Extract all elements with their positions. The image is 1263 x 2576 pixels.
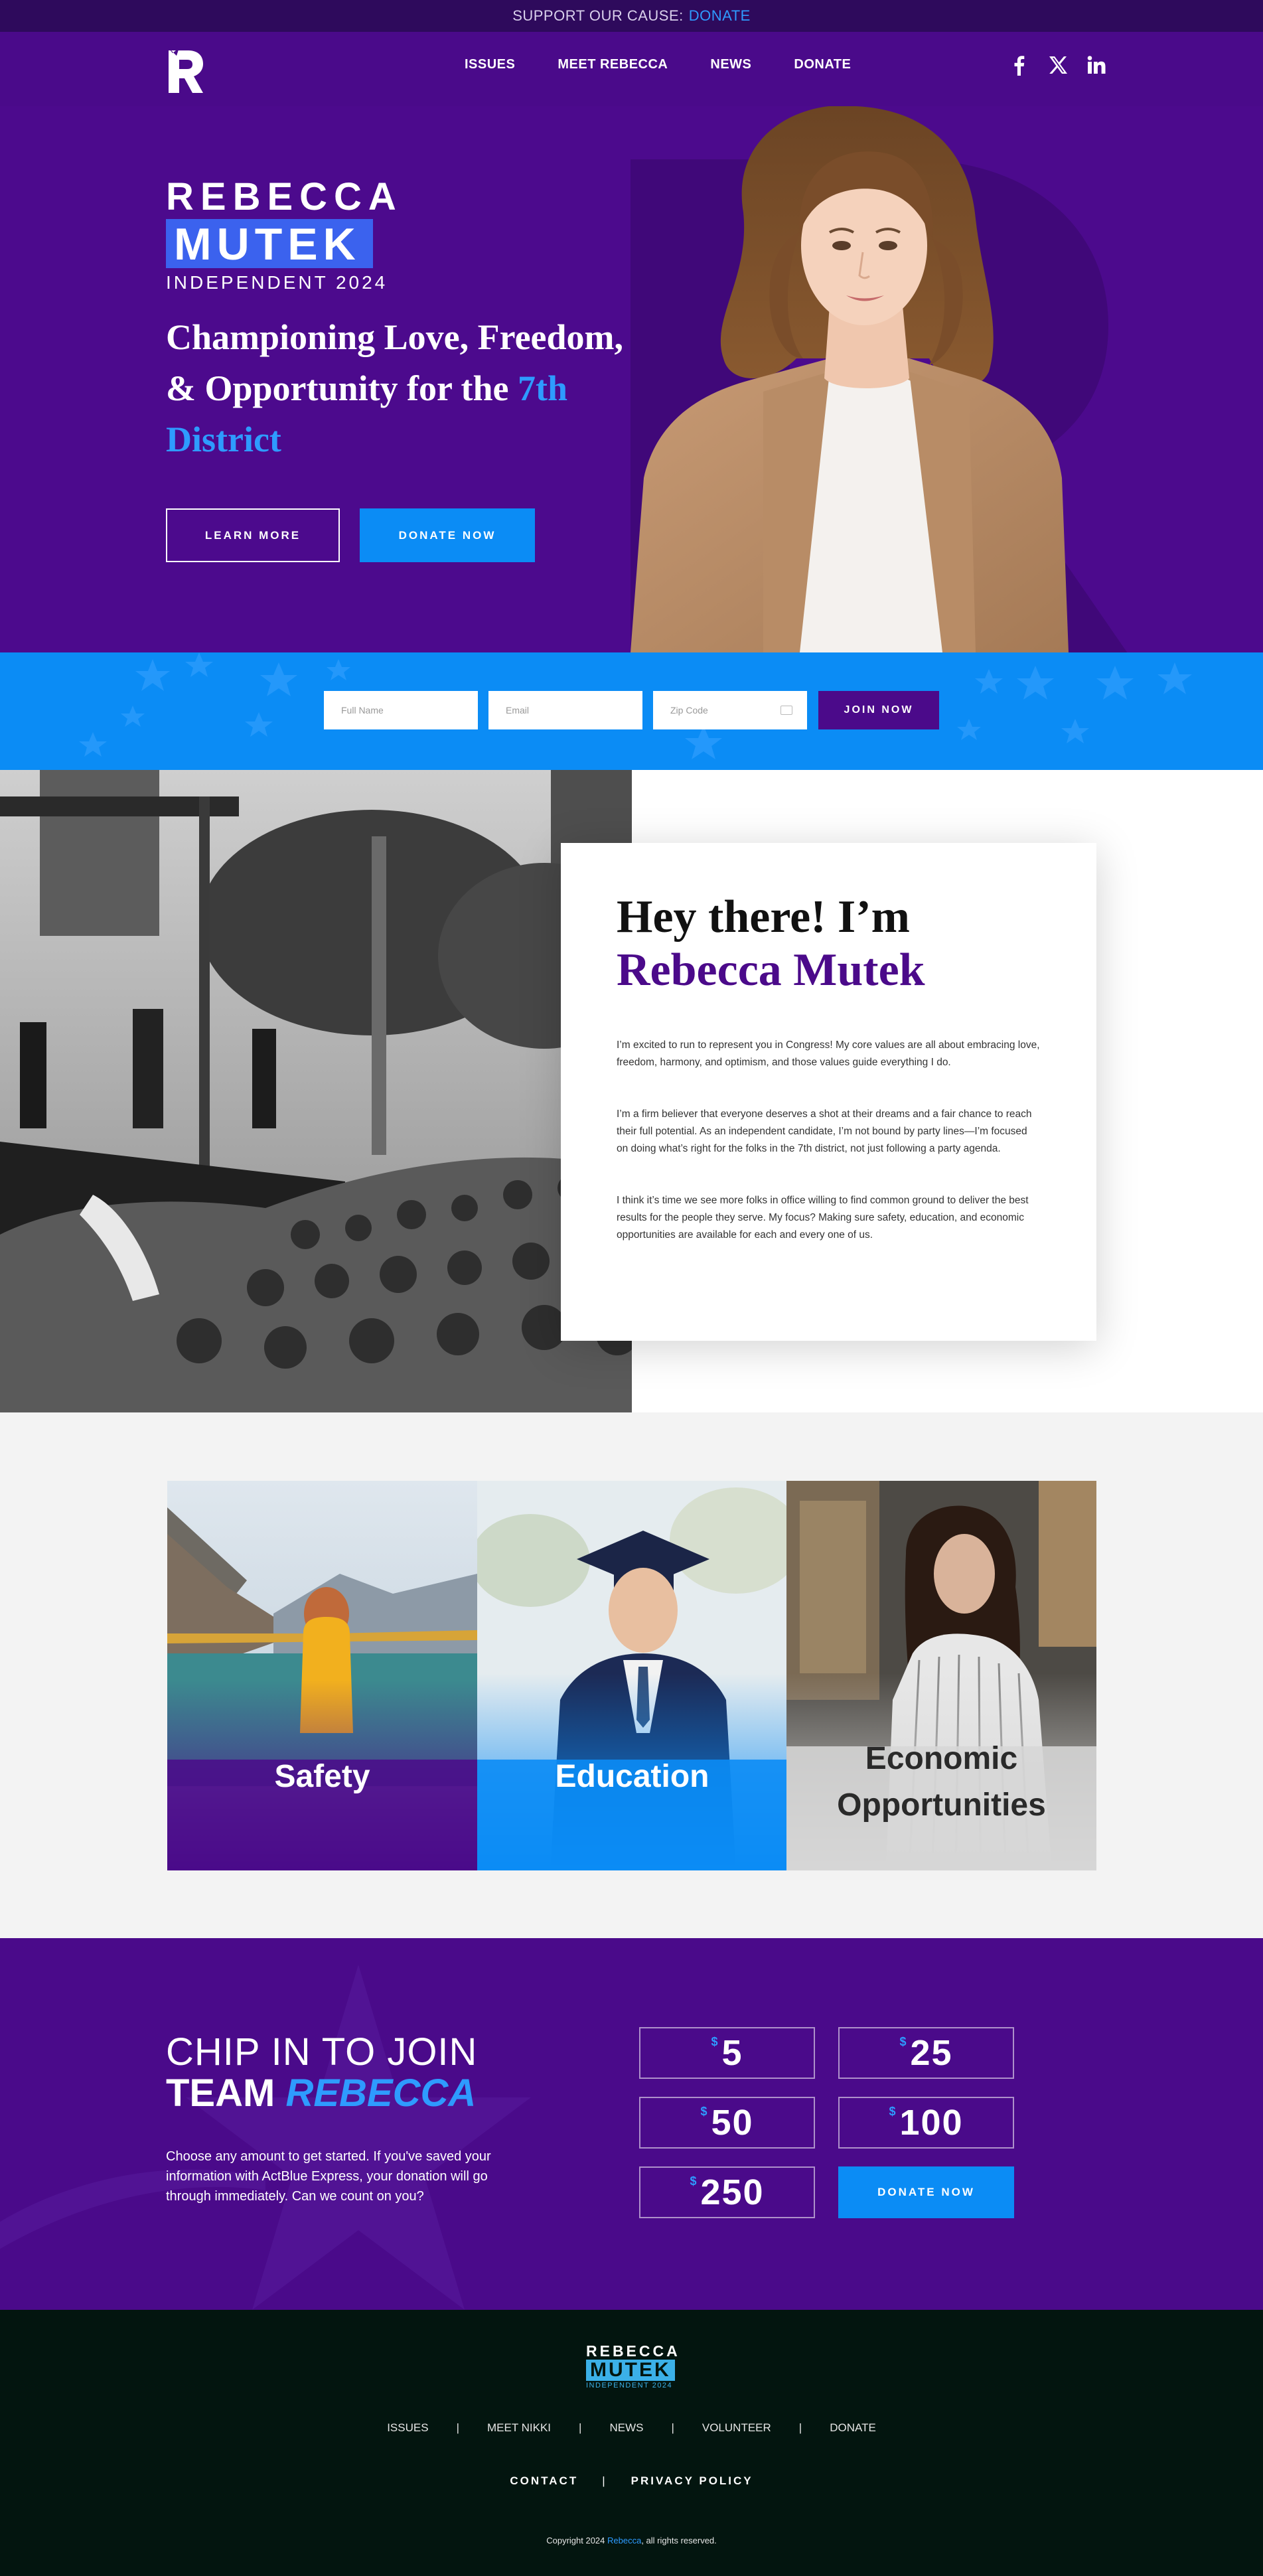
hero-donate-button[interactable]: DONATE NOW bbox=[360, 508, 535, 562]
donate-section: CHIP IN TO JOIN TEAM REBECCA Choose any … bbox=[0, 1938, 1263, 2310]
separator: | bbox=[602, 2474, 607, 2487]
about-heading: Hey there! I’m Rebecca Mutek bbox=[617, 891, 1041, 997]
amount-250-button[interactable]: $250 bbox=[639, 2166, 815, 2218]
support-text: SUPPORT OUR CAUSE: bbox=[512, 7, 684, 24]
privacy-policy-link[interactable]: PRIVACY POLICY bbox=[631, 2474, 753, 2488]
amount-value: 100 bbox=[899, 2103, 964, 2143]
issue-card-safety[interactable]: Safety bbox=[167, 1481, 477, 1870]
issue-label-safety: Safety bbox=[274, 1759, 370, 1794]
amount-value: 250 bbox=[700, 2172, 765, 2212]
currency-symbol: $ bbox=[899, 2035, 908, 2048]
footer-subtitle: INDEPENDENT 2024 bbox=[586, 2382, 673, 2389]
brand-first-name: REBECCA bbox=[166, 175, 403, 218]
issue-label-economic: Economic Opportunities bbox=[786, 1736, 1096, 1829]
facebook-icon[interactable] bbox=[1009, 54, 1030, 76]
contact-link[interactable]: CONTACT bbox=[510, 2474, 578, 2488]
main-nav: ISSUES MEET REBECCA NEWS DONATE bbox=[465, 57, 851, 72]
x-icon[interactable] bbox=[1047, 54, 1069, 76]
site-footer: REBECCA MUTEK INDEPENDENT 2024 ISSUES | … bbox=[0, 2310, 1263, 2576]
amount-25-button[interactable]: $25 bbox=[838, 2027, 1014, 2079]
contact-card-icon bbox=[780, 706, 792, 715]
footer-nav-issues[interactable]: ISSUES bbox=[387, 2421, 428, 2435]
currency-symbol: $ bbox=[700, 2105, 709, 2118]
linkedin-icon[interactable] bbox=[1086, 54, 1107, 76]
issue-card-education[interactable]: Education bbox=[477, 1481, 787, 1870]
nav-issues[interactable]: ISSUES bbox=[465, 57, 515, 72]
full-name-input[interactable]: Full Name bbox=[324, 691, 478, 729]
copyright-name[interactable]: Rebecca bbox=[607, 2536, 641, 2545]
team-heading: TEAM REBECCA bbox=[166, 2071, 476, 2115]
support-bar: SUPPORT OUR CAUSE: DONATE bbox=[0, 0, 1263, 32]
separator: | bbox=[798, 2421, 802, 2434]
learn-more-button[interactable]: LEARN MORE bbox=[166, 508, 340, 562]
donate-now-button[interactable]: DONATE NOW bbox=[838, 2166, 1014, 2218]
separator: | bbox=[579, 2421, 582, 2434]
issue-label-economic-line1: Economic bbox=[865, 1741, 1018, 1776]
join-now-button[interactable]: JOIN NOW bbox=[818, 691, 939, 729]
amount-value: 25 bbox=[910, 2033, 953, 2073]
brand-subtitle: INDEPENDENT 2024 bbox=[166, 272, 388, 293]
footer-logo[interactable]: REBECCA MUTEK INDEPENDENT 2024 bbox=[586, 2343, 679, 2389]
footer-nav-donate[interactable]: DONATE bbox=[830, 2421, 876, 2435]
star-watermark bbox=[0, 1965, 531, 2310]
chip-in-heading: CHIP IN TO JOIN bbox=[166, 2030, 478, 2074]
nav-meet-rebecca[interactable]: MEET REBECCA bbox=[557, 57, 668, 72]
brand-last-name: MUTEK bbox=[166, 219, 373, 268]
footer-nav-volunteer[interactable]: VOLUNTEER bbox=[702, 2421, 771, 2435]
footer-last-name: MUTEK bbox=[586, 2360, 675, 2381]
footer-nav: ISSUES | MEET NIKKI | NEWS | VOLUNTEER |… bbox=[0, 2421, 1263, 2435]
zip-placeholder: Zip Code bbox=[670, 705, 708, 716]
issue-card-economic[interactable]: Economic Opportunities bbox=[786, 1481, 1096, 1870]
about-name: Rebecca Mutek bbox=[617, 945, 925, 996]
about-card: Hey there! I’m Rebecca Mutek I’m excited… bbox=[561, 843, 1096, 1341]
social-links bbox=[1009, 54, 1107, 76]
logo-r-icon[interactable] bbox=[166, 46, 206, 94]
separator: | bbox=[456, 2421, 459, 2434]
hero-brand-logo: REBECCA MUTEK INDEPENDENT 2024 bbox=[166, 178, 403, 293]
copyright: Copyright 2024 Rebecca, all rights reser… bbox=[0, 2536, 1263, 2545]
currency-symbol: $ bbox=[889, 2105, 897, 2118]
amount-100-button[interactable]: $100 bbox=[838, 2097, 1014, 2149]
site-header: ISSUES MEET REBECCA NEWS DONATE bbox=[0, 32, 1263, 106]
footer-nav-news[interactable]: NEWS bbox=[609, 2421, 643, 2435]
issue-label-economic-line2: Opportunities bbox=[837, 1787, 1046, 1823]
nav-donate[interactable]: DONATE bbox=[794, 57, 851, 72]
issues-section: Safety Education Economic Opportunities bbox=[0, 1412, 1263, 1938]
donate-description: Choose any amount to get started. If you… bbox=[166, 2149, 491, 2204]
about-section: Hey there! I’m Rebecca Mutek I’m excited… bbox=[0, 770, 1263, 1412]
separator: | bbox=[671, 2421, 674, 2434]
rally-photo bbox=[0, 770, 632, 1412]
copyright-prefix: Copyright 2024 bbox=[546, 2536, 605, 2545]
candidate-portrait bbox=[631, 106, 1069, 652]
team-name: REBECCA bbox=[285, 2072, 477, 2115]
zip-code-input[interactable]: Zip Code bbox=[653, 691, 807, 729]
about-paragraph: I think it’s time we see more folks in o… bbox=[617, 1195, 1029, 1241]
team-word: TEAM bbox=[166, 2072, 275, 2115]
amount-50-button[interactable]: $50 bbox=[639, 2097, 815, 2149]
amount-value: 5 bbox=[721, 2033, 743, 2073]
footer-legal: CONTACT | PRIVACY POLICY bbox=[0, 2474, 1263, 2488]
hero-section: REBECCA MUTEK INDEPENDENT 2024 Championi… bbox=[0, 106, 1263, 652]
safety-image bbox=[167, 1481, 477, 1870]
footer-nav-meet-nikki[interactable]: MEET NIKKI bbox=[487, 2421, 551, 2435]
hero-headline: Championing Love, Freedom, & Opportunity… bbox=[166, 312, 631, 465]
currency-symbol: $ bbox=[711, 2035, 719, 2048]
email-input[interactable]: Email bbox=[488, 691, 642, 729]
amount-5-button[interactable]: $5 bbox=[639, 2027, 815, 2079]
support-donate-link[interactable]: DONATE bbox=[689, 7, 751, 25]
about-paragraph: I’m excited to run to represent you in C… bbox=[617, 1039, 1040, 1068]
about-paragraph: I’m a firm believer that everyone deserv… bbox=[617, 1108, 1032, 1154]
about-greeting: Hey there! I’m bbox=[617, 891, 910, 943]
education-image bbox=[477, 1481, 787, 1870]
issue-label-education: Education bbox=[555, 1759, 709, 1794]
copyright-suffix: , all rights reserved. bbox=[641, 2536, 717, 2545]
amount-value: 50 bbox=[711, 2103, 754, 2143]
nav-news[interactable]: NEWS bbox=[710, 57, 751, 72]
signup-strip: Full Name Email Zip Code JOIN NOW bbox=[0, 652, 1263, 770]
currency-symbol: $ bbox=[690, 2174, 698, 2188]
footer-first-name: REBECCA bbox=[586, 2342, 680, 2360]
